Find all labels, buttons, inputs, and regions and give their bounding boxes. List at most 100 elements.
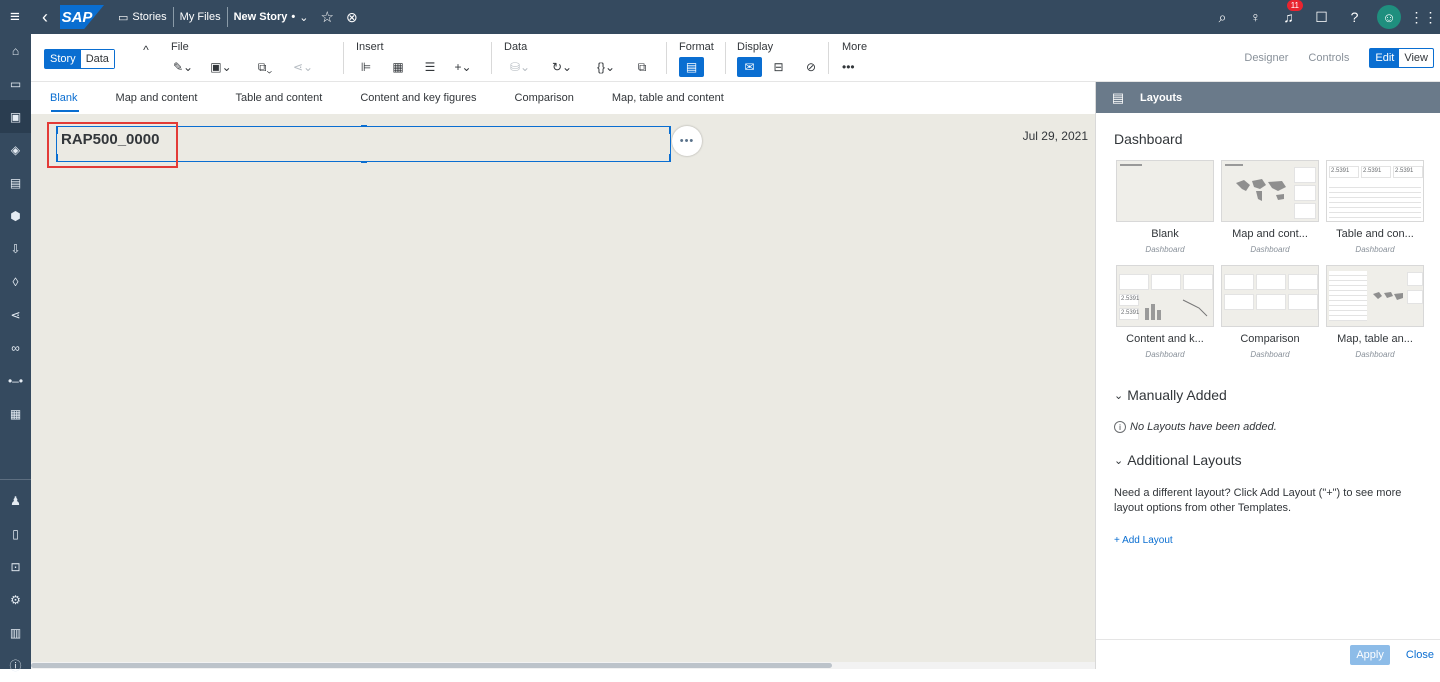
close-story-icon[interactable]: ⊗ — [340, 7, 364, 27]
tab-map-and-content[interactable]: Map and content — [97, 82, 217, 114]
layout-card-type: Dashboard — [1250, 245, 1290, 254]
apply-button[interactable]: Apply — [1350, 644, 1390, 665]
tab-blank[interactable]: Blank — [31, 82, 97, 114]
table-icon[interactable]: ▦ — [382, 57, 414, 77]
layout-card-table-and-content[interactable]: 2.5391 2.5391 2.5391 Table and con... Da… — [1326, 160, 1424, 254]
user-avatar[interactable]: ☺ — [1377, 5, 1401, 29]
layout-thumbnail: 2.5391 2.5391 2.5391 — [1326, 160, 1424, 222]
security-lock-icon[interactable]: ⊡ — [0, 550, 31, 583]
my-files-link[interactable]: My Files — [174, 7, 227, 27]
connections-icon[interactable]: ⋖ — [0, 298, 31, 331]
linked-analysis-icon[interactable]: ⧉ — [628, 57, 656, 77]
resize-handle[interactable] — [361, 125, 367, 127]
save-icon[interactable]: ▣⌄ — [199, 57, 243, 77]
layout-thumbnail — [1221, 265, 1319, 327]
deployment-icon[interactable]: ⚙ — [0, 583, 31, 616]
data-integration-icon[interactable]: ◊ — [0, 265, 31, 298]
shell-bar: ≡ ‹ SAP ▭ Stories My Files New Story • ⌄… — [0, 0, 1440, 34]
resize-handle[interactable] — [669, 126, 671, 134]
stories-link[interactable]: ▭ Stories — [112, 7, 173, 27]
horizontal-scrollbar[interactable] — [31, 662, 1095, 669]
home-icon[interactable]: ⌂ — [0, 34, 31, 67]
stories-icon[interactable]: ▣ — [0, 100, 31, 133]
resize-handle[interactable] — [361, 161, 367, 163]
edit-tools-icon[interactable]: ✎⌄ — [167, 57, 199, 77]
discussions-icon[interactable]: ☐ — [1305, 9, 1338, 26]
analytic-app-icon[interactable]: ◈ — [0, 133, 31, 166]
thumb-kpi: 2.5391 — [1119, 294, 1139, 306]
refresh-icon[interactable]: ↻⌄ — [540, 57, 584, 77]
comment-icon[interactable]: ✉ — [737, 57, 762, 77]
stories-label: Stories — [132, 11, 167, 23]
layout-thumbnail — [1326, 265, 1424, 327]
explorer-icon[interactable]: ∞ — [0, 331, 31, 364]
notifications-icon[interactable]: ♫ 11 — [1272, 0, 1305, 25]
edit-button[interactable]: Edit — [1370, 49, 1400, 67]
layout-card-content-and-key-figures[interactable]: 2.5391 2.5391 Content and k... Dashboard — [1116, 265, 1214, 359]
layout-card-map-table-and-content[interactable]: Map, table an... Dashboard — [1326, 265, 1424, 359]
view-button[interactable]: View — [1399, 49, 1433, 67]
collapse-toolbar-icon[interactable]: ^ — [133, 40, 159, 60]
insert-group-label: Insert — [356, 41, 384, 53]
layouts-icon[interactable]: ▤ — [679, 57, 704, 77]
data-source-icon[interactable]: ⛁⌄ — [500, 57, 540, 77]
layout-card-comparison[interactable]: Comparison Dashboard — [1221, 265, 1319, 359]
digital-boardroom-icon[interactable]: ▤ — [0, 166, 31, 199]
info-icon[interactable]: ⓘ — [0, 649, 31, 682]
data-import-icon[interactable]: ⇩ — [0, 232, 31, 265]
close-button[interactable]: Close — [1406, 649, 1434, 661]
input-control-icon[interactable]: ☰ — [414, 57, 446, 77]
product-switch-icon[interactable]: ⋮⋮ — [1407, 9, 1440, 26]
add-icon[interactable]: +⌄ — [446, 57, 480, 77]
favorite-star-icon[interactable]: ☆ — [314, 7, 339, 27]
divider — [725, 42, 726, 74]
story-toggle-button[interactable]: Story — [45, 50, 81, 68]
layout-card-blank[interactable]: Blank Dashboard — [1116, 160, 1214, 254]
tab-table-and-content[interactable]: Table and content — [216, 82, 341, 114]
designer-link[interactable]: Designer — [1234, 52, 1298, 64]
users-icon[interactable]: ♟ — [0, 484, 31, 517]
controls-link[interactable]: Controls — [1298, 52, 1359, 64]
layout-card-name: Content and k... — [1126, 333, 1204, 345]
tab-map-table-and-content[interactable]: Map, table and content — [593, 82, 743, 114]
sap-logo[interactable]: SAP — [60, 5, 104, 29]
widget-more-button[interactable]: ••• — [672, 126, 702, 156]
story-toolbar: Story Data ^ File ✎⌄ ▣⌄ ⧉⌄ ⋖⌄ Insert ⊫ ▦… — [31, 34, 1440, 82]
layout-card-map-and-content[interactable]: Map and cont... Dashboard — [1221, 160, 1319, 254]
add-layout-link[interactable]: + Add Layout — [1114, 535, 1173, 546]
edit-view-toggle: Edit View — [1369, 48, 1434, 68]
more-icon[interactable]: ••• — [842, 57, 856, 77]
story-name-menu[interactable]: New Story • ⌄ — [228, 7, 315, 27]
lightbulb-icon[interactable]: ♀ — [1239, 9, 1272, 25]
manually-added-section[interactable]: ⌄ Manually Added — [1114, 387, 1227, 403]
insert-group: Insert ⊫ ▦ ☰ +⌄ — [356, 41, 480, 77]
layouts-panel: ▤ Layouts Dashboard Blank Dashboard Map … — [1095, 82, 1440, 669]
nav-divider — [0, 479, 31, 480]
tab-content-and-key-figures[interactable]: Content and key figures — [341, 82, 495, 114]
scrollbar-thumb[interactable] — [31, 663, 832, 668]
calendar-icon[interactable]: ▦ — [0, 397, 31, 430]
story-canvas[interactable]: RAP500_0000 ••• Jul 29, 2021 — [31, 114, 1095, 662]
more-group: More ••• — [842, 41, 867, 77]
formula-icon[interactable]: {}⌄ — [584, 57, 628, 77]
display-group: Display ✉ ⊟ ⊘ — [737, 41, 827, 77]
share-icon[interactable]: ⋖⌄ — [287, 57, 319, 77]
data-toggle-button[interactable]: Data — [80, 50, 114, 68]
presentation-icon: ▭ — [118, 11, 129, 24]
book-icon[interactable]: ▯ — [0, 517, 31, 550]
menu-icon[interactable]: ≡ — [0, 7, 30, 27]
grid-view-icon[interactable]: ⊟ — [762, 57, 795, 77]
system-icon[interactable]: ▥ — [0, 616, 31, 649]
tab-comparison[interactable]: Comparison — [496, 82, 593, 114]
chart-icon[interactable]: ⊫ — [350, 57, 382, 77]
back-icon[interactable]: ‹ — [30, 7, 60, 28]
workflow-icon[interactable]: •–• — [0, 364, 31, 397]
help-icon[interactable]: ? — [1338, 9, 1371, 25]
resize-handle[interactable] — [669, 154, 671, 162]
model-icon[interactable]: ⬢ — [0, 199, 31, 232]
folder-icon[interactable]: ▭ — [0, 67, 31, 100]
copy-icon[interactable]: ⧉⌄ — [243, 57, 287, 77]
search-icon[interactable]: ⌕ — [1206, 9, 1239, 26]
additional-layouts-section[interactable]: ⌄ Additional Layouts — [1114, 452, 1242, 468]
compass-icon[interactable]: ⊘ — [795, 57, 827, 77]
